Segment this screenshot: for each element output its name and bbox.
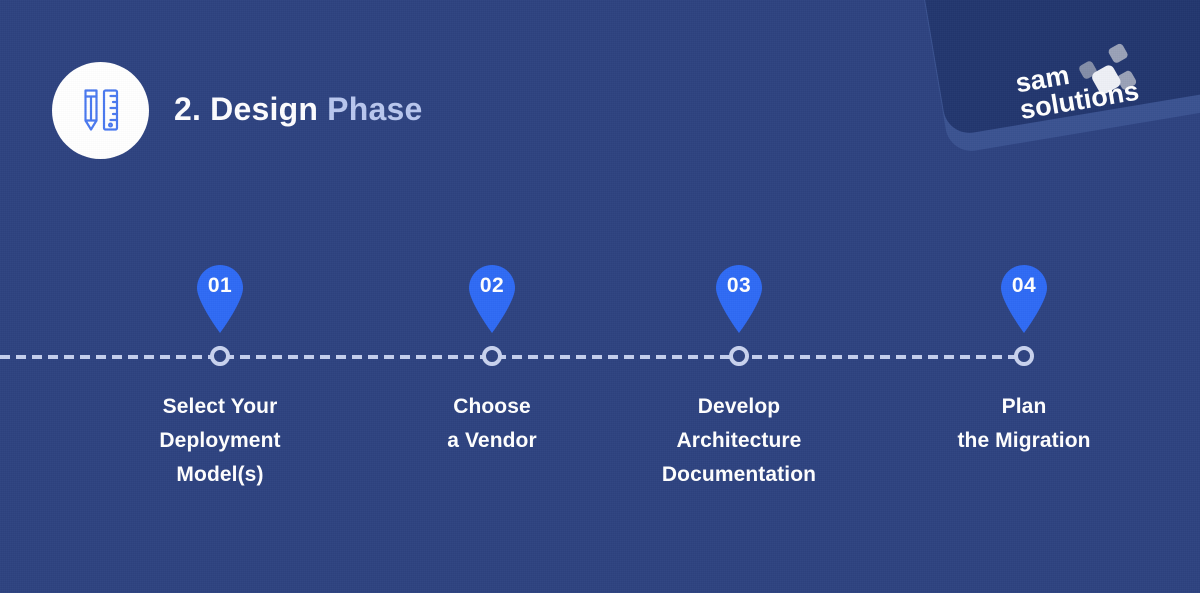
step-number: 01	[207, 274, 233, 297]
step-label: Develop Architecture Documentation	[609, 390, 869, 492]
step-label: Select Your Deployment Model(s)	[90, 390, 350, 492]
step-label-line: Documentation	[661, 463, 817, 486]
timeline-node-circle[interactable]	[1014, 346, 1034, 366]
timeline-node-circle[interactable]	[482, 346, 502, 366]
page-title: 2. Design Phase	[174, 93, 422, 129]
page-title-main: 2. Design	[174, 90, 319, 127]
step-label-line: Architecture	[676, 429, 802, 452]
step-label-line: Choose	[453, 395, 531, 418]
step-label-line: Model(s)	[176, 463, 264, 486]
timeline-dashed-line	[0, 355, 1024, 359]
header-icon-badge	[52, 62, 149, 159]
map-pin-icon[interactable]: 04	[997, 262, 1051, 334]
step-label-line: Plan	[1001, 395, 1047, 418]
step-label-line: Select Your	[162, 395, 278, 418]
step-label-line: the Migration	[957, 429, 1091, 452]
pencil-ruler-icon	[77, 82, 125, 139]
step-label-line: Develop	[697, 395, 781, 418]
step-label: Choose a Vendor	[362, 390, 622, 458]
map-pin-icon[interactable]: 02	[465, 262, 519, 334]
page-title-accent: Phase	[327, 90, 423, 127]
step-number: 03	[726, 274, 752, 297]
step-label-line: Deployment	[159, 429, 281, 452]
timeline-node-circle[interactable]	[210, 346, 230, 366]
step-label: Plan the Migration	[894, 390, 1154, 458]
infographic-canvas: sam solutions 2. Design Phase 01 Select …	[0, 0, 1200, 593]
header: 2. Design Phase	[52, 62, 422, 159]
map-pin-icon[interactable]: 03	[712, 262, 766, 334]
step-number: 04	[1011, 274, 1037, 297]
step-number: 02	[479, 274, 505, 297]
step-label-line: a Vendor	[447, 429, 537, 452]
map-pin-icon[interactable]: 01	[193, 262, 247, 334]
timeline-node-circle[interactable]	[729, 346, 749, 366]
